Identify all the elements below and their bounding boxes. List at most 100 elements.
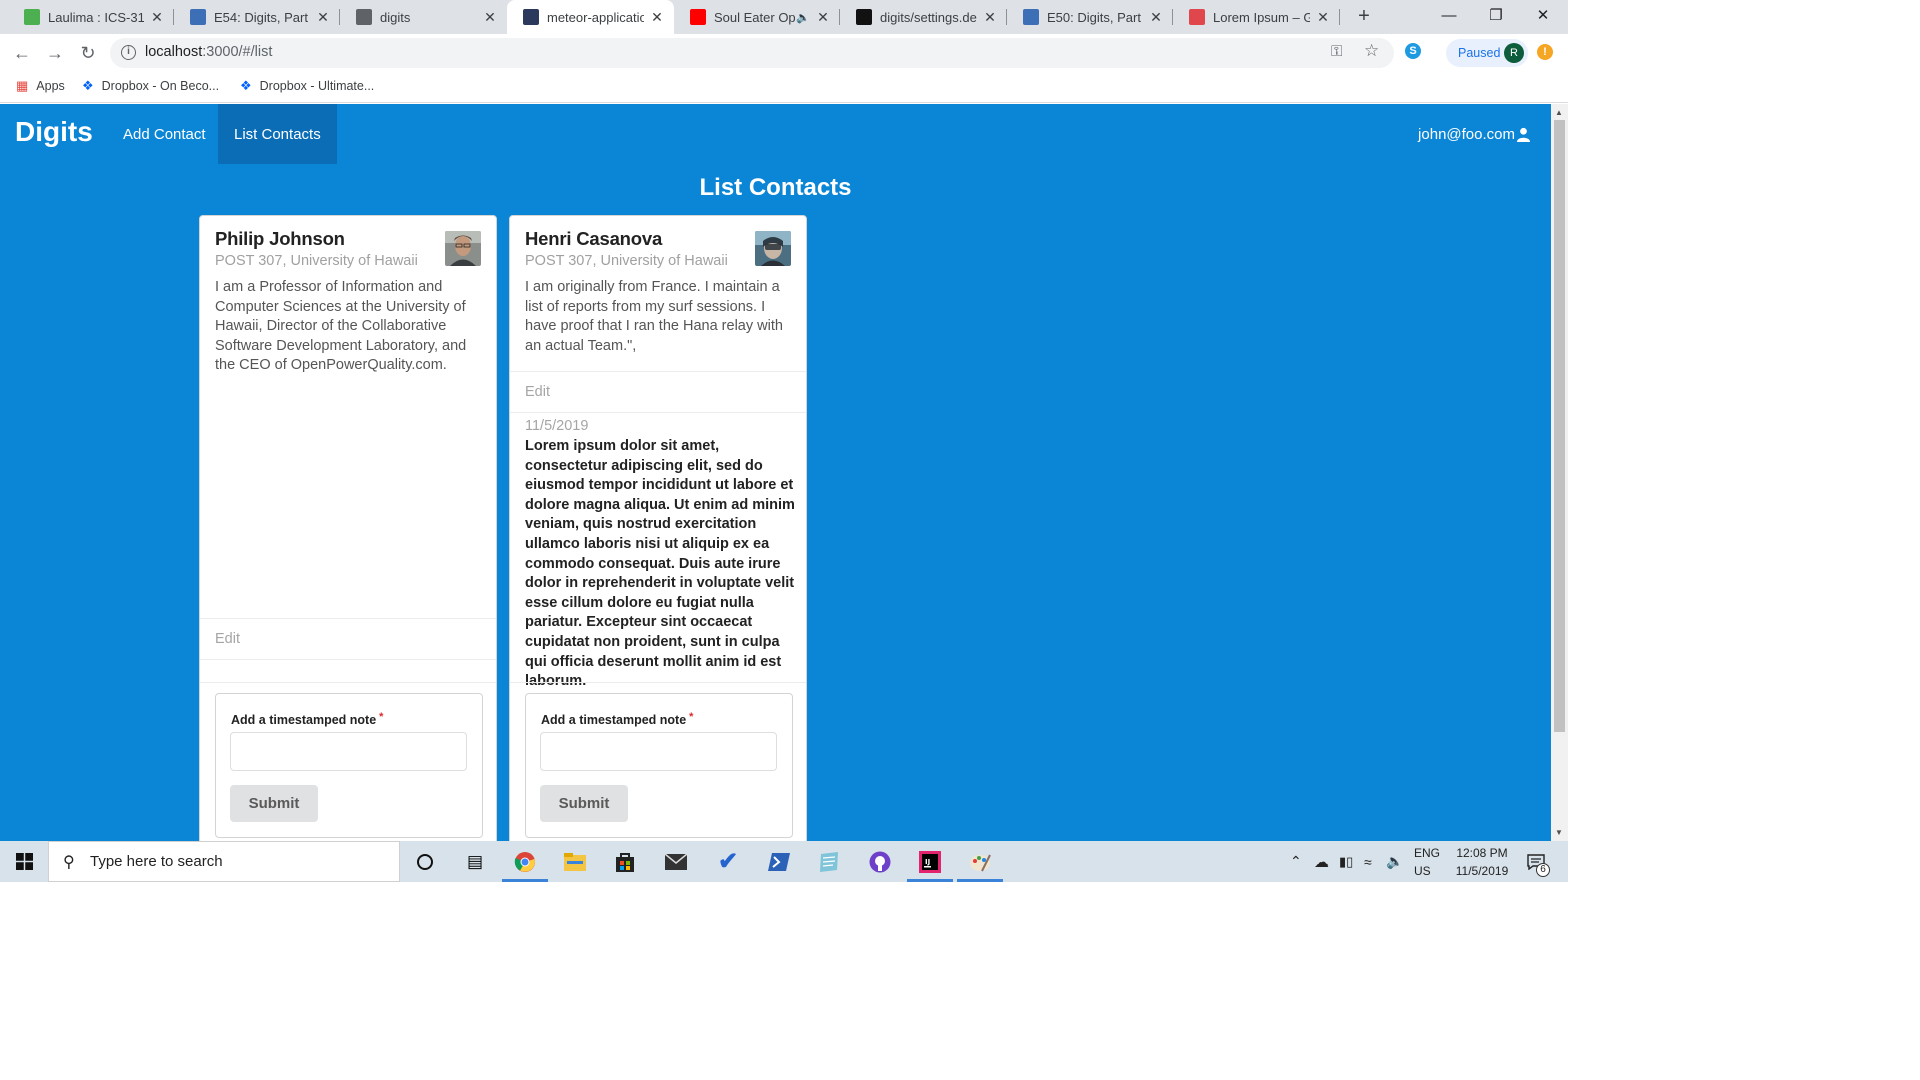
close-tab-icon[interactable]: ✕ xyxy=(483,9,497,26)
tab-separator xyxy=(1339,9,1340,25)
profile-button[interactable]: Paused R xyxy=(1446,39,1528,67)
mail-icon[interactable] xyxy=(651,841,701,882)
close-tab-icon[interactable]: ✕ xyxy=(1149,9,1163,26)
close-tab-icon[interactable]: ✕ xyxy=(650,9,664,26)
onedrive-icon[interactable]: ☁ xyxy=(1314,841,1329,882)
password-key-icon[interactable]: ⚿ xyxy=(1331,43,1342,60)
edit-link[interactable]: Edit xyxy=(200,618,496,660)
bookmark-label: Apps xyxy=(36,79,65,93)
intellij-icon[interactable]: IJ xyxy=(905,841,955,882)
svg-text:IJ: IJ xyxy=(925,858,930,866)
close-tab-icon[interactable]: ✕ xyxy=(816,9,830,26)
note-input[interactable] xyxy=(540,732,777,771)
user-menu[interactable]: john@foo.com xyxy=(1418,126,1531,143)
submit-button[interactable]: Submit xyxy=(540,785,628,822)
language-indicator[interactable]: ENG US xyxy=(1414,841,1440,882)
nav-add-contact[interactable]: Add Contact xyxy=(107,104,222,164)
battery-icon[interactable]: ▮▯ xyxy=(1339,841,1353,882)
forward-button[interactable]: → xyxy=(43,42,67,66)
scrollbar-thumb[interactable] xyxy=(1554,120,1565,732)
note-date: 11/5/2019 xyxy=(525,418,589,434)
browser-tab[interactable]: digits/settings.dev ✕ xyxy=(840,0,1007,34)
close-tab-icon[interactable]: ✕ xyxy=(150,9,164,26)
bookmark-dropbox-1[interactable]: ❖ Dropbox - On Beco... xyxy=(82,78,219,94)
tab-title: E50: Digits, Part 2 | xyxy=(1047,9,1143,25)
page-scrollbar[interactable]: ▲ ▼ xyxy=(1551,104,1568,841)
language-code: ENG xyxy=(1414,845,1441,860)
contact-address: POST 307, University of Hawaii xyxy=(525,253,728,269)
new-tab-button[interactable]: + xyxy=(1352,5,1376,29)
action-center-button[interactable]: 6 xyxy=(1524,841,1550,882)
search-icon: ⚲ xyxy=(63,854,75,871)
tab-audio-icon[interactable]: 🔈 xyxy=(796,11,810,24)
edit-link[interactable]: Edit xyxy=(510,371,806,413)
user-email: john@foo.com xyxy=(1418,126,1515,143)
windows-taskbar: ⚲ Type here to search ▤ ✔ IJ ⌃ ☁ ▮▯ ≈ 🔈 … xyxy=(0,841,1568,882)
page-icon xyxy=(1023,9,1039,25)
browser-tab[interactable]: Soul Eater Ope 🔈 ✕ xyxy=(674,0,840,34)
close-window-button[interactable]: ✕ xyxy=(1520,0,1566,34)
note-field-label-text: Add a timestamped note xyxy=(541,713,687,727)
contact-card: Henri Casanova POST 307, University of H… xyxy=(509,215,807,841)
note-field-label: Add a timestamped note * xyxy=(541,711,694,727)
bookmark-dropbox-2[interactable]: ❖ Dropbox - Ultimate... xyxy=(240,78,374,94)
start-button[interactable] xyxy=(0,841,48,882)
reload-button[interactable]: ↻ xyxy=(76,42,100,66)
nav-list-contacts[interactable]: List Contacts xyxy=(218,104,337,164)
card-divider xyxy=(200,682,496,683)
search-placeholder: Type here to search xyxy=(90,853,223,870)
clock-date: 11/5/2019 xyxy=(1455,863,1509,878)
browser-tab[interactable]: digits ✕ xyxy=(340,0,507,34)
submit-button[interactable]: Submit xyxy=(230,785,318,822)
contact-description: I am a Professor of Information and Comp… xyxy=(215,279,467,374)
chrome-icon[interactable] xyxy=(500,841,550,882)
browser-tab[interactable]: Laulima : ICS-314- ✕ xyxy=(8,0,174,34)
contact-description: I am originally from France. I maintain … xyxy=(525,279,783,354)
note-input[interactable] xyxy=(230,732,467,771)
taskbar-search-box[interactable]: ⚲ Type here to search xyxy=(48,841,400,882)
address-bar[interactable]: i localhost:3000/#/list xyxy=(110,38,1394,68)
contact-photo xyxy=(755,231,791,266)
wifi-icon[interactable]: ≈ xyxy=(1364,841,1372,882)
close-tab-icon[interactable]: ✕ xyxy=(983,9,997,26)
update-alert-icon[interactable]: ! xyxy=(1537,44,1553,60)
task-view-icon[interactable]: ▤ xyxy=(450,841,500,882)
card-header: Philip Johnson POST 307, University of H… xyxy=(215,228,483,269)
restore-window-button[interactable]: ❐ xyxy=(1473,0,1519,34)
paint-icon[interactable] xyxy=(955,841,1005,882)
brand-logo[interactable]: Digits xyxy=(15,116,93,148)
site-info-icon[interactable]: i xyxy=(121,45,136,60)
todo-icon[interactable]: ✔ xyxy=(703,841,753,882)
browser-tab[interactable]: E54: Digits, Part 6 | ✕ xyxy=(174,0,340,34)
browser-toolbar: ← → ↻ i localhost:3000/#/list ⚿ ☆ S Paus… xyxy=(0,34,1568,72)
file-explorer-icon[interactable] xyxy=(550,841,600,882)
volume-icon[interactable]: 🔈 xyxy=(1386,841,1403,882)
cortana-icon[interactable] xyxy=(400,841,450,882)
minimize-window-button[interactable]: — xyxy=(1426,0,1472,34)
bookmark-apps[interactable]: ▦ Apps xyxy=(16,78,65,94)
github-desktop-icon[interactable] xyxy=(855,841,905,882)
scroll-down-arrow-icon[interactable]: ▼ xyxy=(1555,828,1563,837)
url-host: localhost xyxy=(145,44,203,60)
show-hidden-icons-chevron-icon[interactable]: ⌃ xyxy=(1290,841,1302,882)
bookmark-label: Dropbox - Ultimate... xyxy=(259,79,375,93)
card-divider xyxy=(510,682,806,683)
bookmark-star-icon[interactable]: ☆ xyxy=(1364,41,1379,61)
back-button[interactable]: ← xyxy=(10,42,34,66)
bookmark-label: Dropbox - On Beco... xyxy=(101,79,220,93)
browser-tab[interactable]: Lorem Ipsum – Gen ✕ xyxy=(1173,0,1340,34)
keyboard-region: US xyxy=(1414,863,1431,878)
notepad-icon[interactable] xyxy=(804,841,854,882)
powershell-icon[interactable] xyxy=(754,841,804,882)
skype-extension-icon[interactable]: S xyxy=(1405,43,1421,59)
meteor-icon xyxy=(523,9,539,25)
close-tab-icon[interactable]: ✕ xyxy=(316,9,330,26)
browser-tab[interactable]: E50: Digits, Part 2 | ✕ xyxy=(1007,0,1173,34)
scroll-up-arrow-icon[interactable]: ▲ xyxy=(1555,108,1563,117)
store-icon[interactable] xyxy=(600,841,650,882)
browser-tab[interactable]: meteor-application ✕ xyxy=(507,0,674,34)
close-tab-icon[interactable]: ✕ xyxy=(1316,9,1330,26)
note-field-label-text: Add a timestamped note xyxy=(231,713,377,727)
required-mark: * xyxy=(689,711,694,723)
system-clock[interactable]: 12:08 PM 11/5/2019 xyxy=(1450,841,1514,882)
